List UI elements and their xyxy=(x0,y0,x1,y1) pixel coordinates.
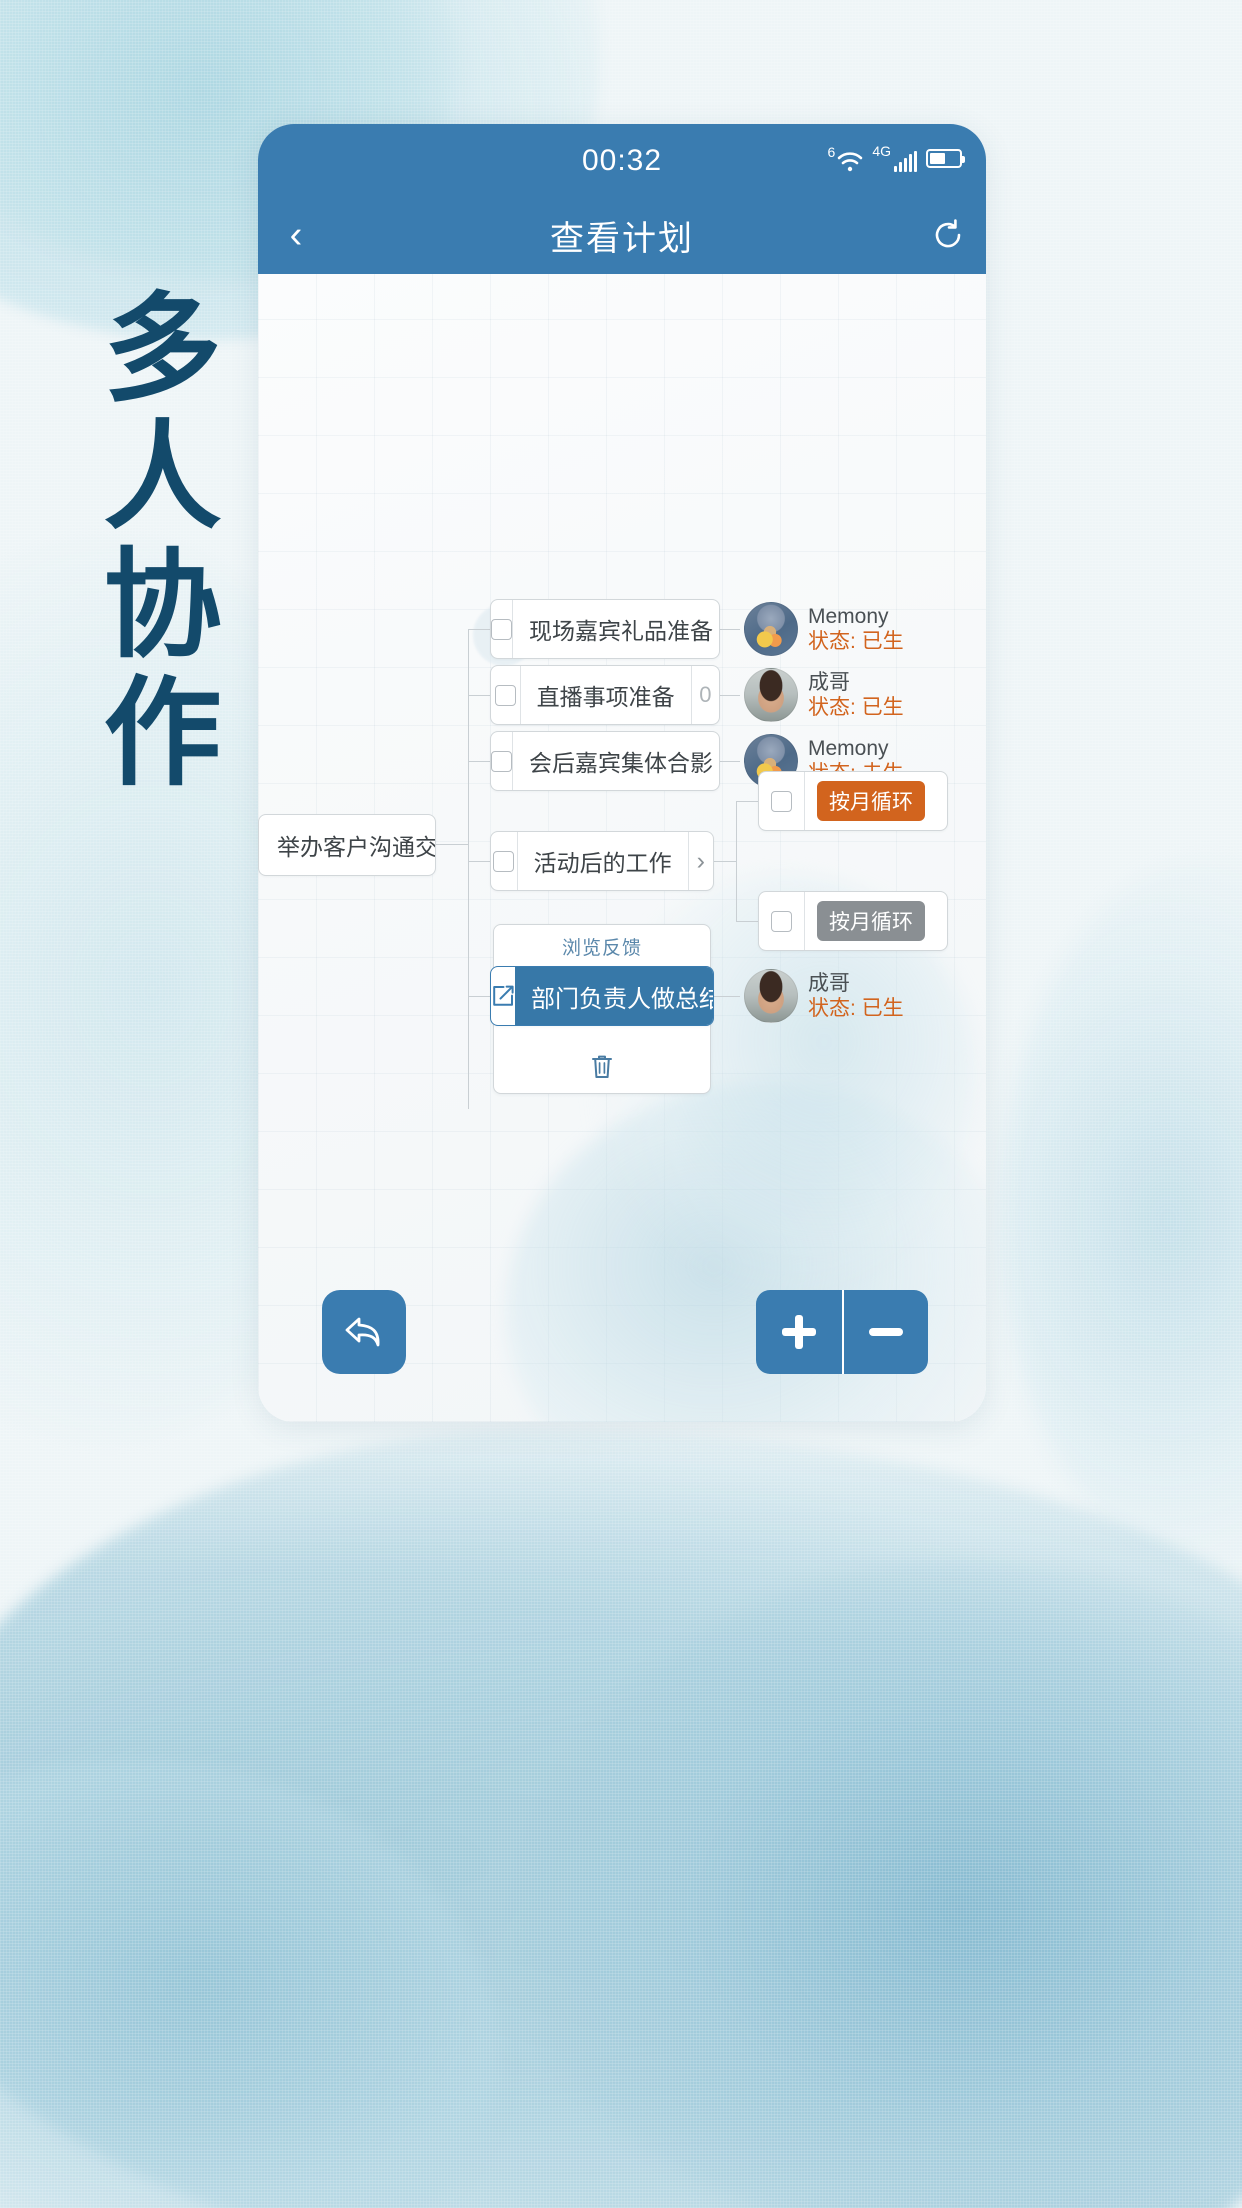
assignee-name: 成哥 xyxy=(808,670,850,694)
task-checkbox[interactable] xyxy=(493,850,515,872)
tree-node-task[interactable]: 会后嘉宾集体合影 0 xyxy=(490,731,720,791)
poster-canvas: 多人协作 Close Collaboration 00:32 6 4G xyxy=(0,0,1242,2208)
node-label: 举办客户沟通交流会 xyxy=(277,834,436,860)
assignee-status: 状态: 已生 xyxy=(808,630,904,653)
plus-icon xyxy=(782,1315,816,1349)
tree-edge xyxy=(736,801,737,921)
node-label: 现场嘉宾礼品准备 xyxy=(529,618,713,644)
assignee-status: 状态: 已生 xyxy=(808,997,904,1020)
task-checkbox[interactable] xyxy=(491,618,512,640)
node-checkbox-cell[interactable] xyxy=(491,600,513,658)
assignee-status: 状态: 已生 xyxy=(808,696,904,719)
assignee-name: Memony xyxy=(808,736,889,760)
watercolor-wash-bottom-2 xyxy=(520,1560,1242,2208)
selected-node-group: 浏览反馈 部门负责人做总 xyxy=(490,924,714,1094)
node-label: 直播事项准备 xyxy=(536,684,675,710)
tree-edge xyxy=(468,761,490,762)
task-checkbox[interactable] xyxy=(771,790,792,812)
node-checkbox-cell[interactable] xyxy=(491,732,513,790)
tree-edge xyxy=(714,861,736,862)
avatar xyxy=(744,969,798,1023)
poster-headline-cn: 多人协作 xyxy=(83,286,222,798)
watercolor-wash-bottom xyxy=(0,1430,1242,2208)
node-checkbox-cell[interactable] xyxy=(759,772,805,830)
signal-strength-bars xyxy=(894,151,917,172)
node-label: 会后嘉宾集体合影 xyxy=(529,750,713,776)
edit-node-button[interactable] xyxy=(491,967,515,1025)
network-type-label: 4G xyxy=(872,143,891,159)
refresh-button[interactable] xyxy=(910,218,986,252)
avatar xyxy=(744,668,798,722)
status-bar-icons: 6 4G xyxy=(828,144,965,172)
watercolor-wash-bottom-left xyxy=(0,1760,500,2208)
recurrence-badge: 按月循环 xyxy=(817,901,925,941)
node-checkbox-cell[interactable] xyxy=(491,832,518,890)
node-label: 活动后的工作 xyxy=(533,850,672,876)
tree-node-root[interactable]: 举办客户沟通交流会 › xyxy=(258,814,436,876)
edit-icon xyxy=(493,985,514,1006)
undo-button[interactable] xyxy=(322,1290,406,1374)
tree-edge xyxy=(468,996,490,997)
node-badge-cell: 按月循环 xyxy=(805,892,947,950)
status-bar: 00:32 6 4G xyxy=(258,124,986,196)
page-title: 查看计划 xyxy=(550,219,694,258)
tree-node-selected[interactable]: 部门负责人做总结报告 + xyxy=(490,966,714,1026)
signal-bars-icon: 4G xyxy=(872,144,917,172)
app-bar: ‹ 查看计划 xyxy=(258,196,986,274)
mindmap-tree: 举办客户沟通交流会 › 现场嘉宾礼品准备 0 Memony xyxy=(258,274,986,1422)
watercolor-wash-right xyxy=(1000,860,1242,1580)
node-checkbox-cell[interactable] xyxy=(491,666,521,724)
task-checkbox[interactable] xyxy=(494,684,516,706)
avatar xyxy=(744,602,798,656)
phone-mockup: 00:32 6 4G ‹ 查看计划 举办客户沟通交 现场嘉宾礼品准备 Memon… xyxy=(258,124,986,1422)
node-subtask-count: 0 xyxy=(690,666,719,724)
task-checkbox[interactable] xyxy=(491,750,512,772)
node-assignee[interactable]: Memony 状态: 已生 xyxy=(744,602,904,656)
tree-edge xyxy=(468,695,490,696)
assignee-name: 成哥 xyxy=(808,971,850,995)
node-expand-button[interactable]: › xyxy=(687,832,713,890)
refresh-icon xyxy=(935,219,961,248)
tree-node-subtask[interactable]: 按月循环 xyxy=(758,771,948,831)
node-assignee[interactable]: 成哥 状态: 已生 xyxy=(744,969,904,1023)
node-assignee[interactable]: 成哥 状态: 已生 xyxy=(744,668,904,722)
chevron-right-icon: › xyxy=(696,846,705,875)
recurrence-badge: 按月循环 xyxy=(817,781,925,821)
mindmap-canvas[interactable]: 举办客户沟通交流会 › 现场嘉宾礼品准备 0 Memony xyxy=(258,274,986,1422)
tree-edge xyxy=(736,921,758,922)
tree-node-group[interactable]: 活动后的工作 › xyxy=(490,831,714,891)
tree-node-task[interactable]: 现场嘉宾礼品准备 0 xyxy=(490,599,720,659)
back-button[interactable]: ‹ xyxy=(258,216,334,254)
wifi-icon: 6 xyxy=(828,145,864,172)
node-label: 部门负责人做总结报告 xyxy=(515,967,713,1025)
assignee-name: Memony xyxy=(808,604,889,628)
browse-feedback-button[interactable]: 浏览反馈 xyxy=(562,933,642,960)
wifi-generation-label: 6 xyxy=(827,143,836,160)
zoom-controls xyxy=(756,1290,928,1374)
node-badge-cell: 按月循环 xyxy=(805,772,947,830)
tree-edge xyxy=(468,861,490,862)
minus-icon xyxy=(869,1328,903,1336)
task-checkbox[interactable] xyxy=(771,910,792,932)
undo-arrow-icon xyxy=(345,1317,380,1347)
tree-edge xyxy=(436,844,468,845)
delete-node-button[interactable] xyxy=(591,1054,613,1085)
tree-edge xyxy=(468,629,490,630)
zoom-in-button[interactable] xyxy=(756,1290,842,1374)
battery-icon xyxy=(926,148,965,168)
tree-node-task[interactable]: 直播事项准备 0 xyxy=(490,665,720,725)
tree-edge xyxy=(468,629,469,1109)
tree-edge xyxy=(736,801,758,802)
trash-icon xyxy=(592,1055,612,1078)
tree-node-subtask[interactable]: 按月循环 xyxy=(758,891,948,951)
zoom-out-button[interactable] xyxy=(842,1290,928,1374)
node-checkbox-cell[interactable] xyxy=(759,892,805,950)
